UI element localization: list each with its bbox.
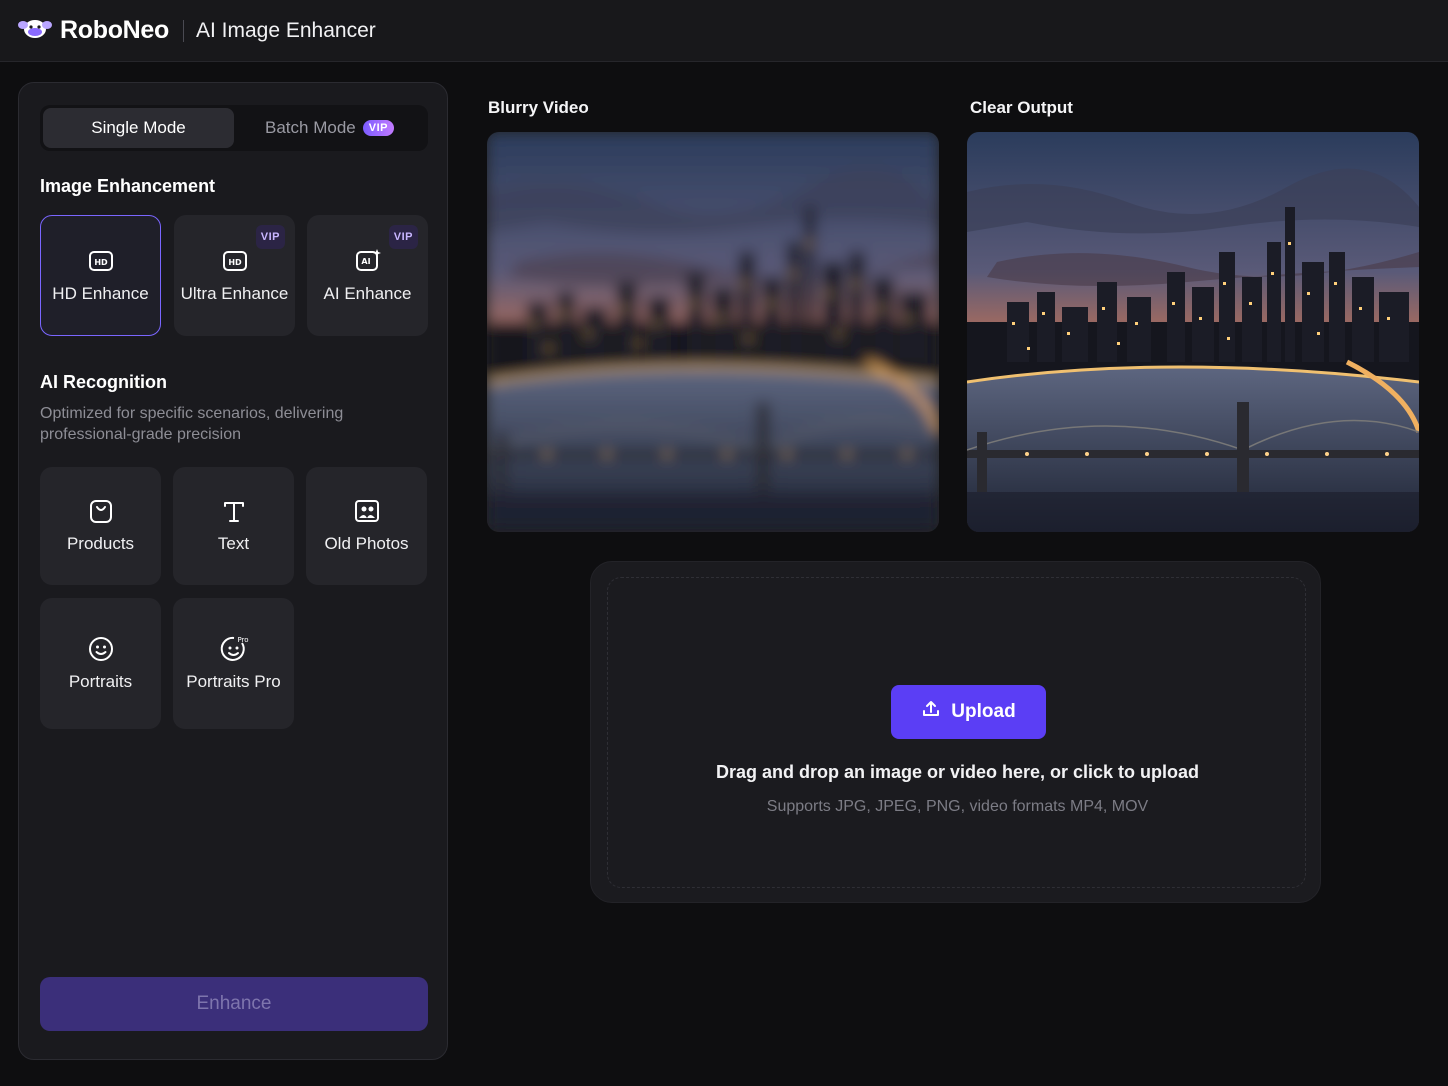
supported-formats: Supports JPG, JPEG, PNG, video formats M… — [766, 798, 1149, 815]
upload-dropzone[interactable]: Upload Drag and drop an image or video h… — [590, 561, 1321, 903]
roboneo-logo-icon — [18, 16, 52, 45]
svg-text:HD: HD — [94, 258, 108, 267]
smiley-face-icon — [87, 635, 115, 663]
vip-badge: VIP — [362, 120, 394, 136]
tab-label: Single Mode — [91, 118, 186, 137]
enhance-button[interactable]: Enhance — [40, 977, 428, 1031]
pro-icon-text: Pro — [237, 636, 248, 644]
tab-single-mode[interactable]: Single Mode — [43, 108, 234, 148]
shopping-bag-icon — [87, 497, 115, 525]
option-old-photos[interactable]: Old Photos — [306, 467, 427, 585]
option-label: Portraits — [68, 671, 133, 691]
svg-text:HD: HD — [228, 258, 242, 267]
option-label: HD Enhance — [52, 283, 149, 303]
option-label: AI Enhance — [323, 283, 412, 303]
after-label: Clear Output — [970, 98, 1073, 117]
ai-recognition-title: AI Recognition — [40, 372, 167, 392]
before-label: Blurry Video — [488, 98, 589, 117]
app-header: RoboNeo AI Image Enhancer — [0, 0, 1448, 62]
tab-batch-mode[interactable]: Batch Mode VIP — [234, 108, 425, 148]
ai-sparkle-icon: AI — [354, 247, 382, 275]
option-label: Portraits Pro — [186, 671, 281, 691]
hd-icon: HD — [221, 247, 249, 275]
upload-instructions: Drag and drop an image or video here, or… — [715, 762, 1200, 782]
logo[interactable]: RoboNeo — [18, 16, 169, 45]
option-portraits[interactable]: Portraits — [40, 598, 161, 729]
option-portraits-pro[interactable]: Pro Portraits Pro — [173, 598, 294, 729]
option-label: Products — [66, 534, 135, 553]
svg-text:AI: AI — [361, 257, 370, 266]
smiley-pro-icon: Pro — [220, 635, 248, 663]
option-text[interactable]: Text — [173, 467, 294, 585]
vip-badge: VIP — [388, 225, 418, 249]
hd-icon: HD — [87, 247, 115, 275]
option-label: Old Photos — [324, 534, 409, 553]
text-icon — [220, 497, 248, 525]
option-products[interactable]: Products — [40, 467, 161, 585]
dropzone-border: Upload Drag and drop an image or video h… — [607, 577, 1306, 888]
upload-icon — [921, 699, 941, 725]
option-ultra-enhance[interactable]: VIP HD Ultra Enhance — [174, 215, 295, 336]
settings-sidebar: Single Mode Batch Mode VIP Image Enhance… — [18, 82, 448, 1060]
ai-recognition-description: Optimized for specific scenarios, delive… — [40, 405, 344, 443]
option-ai-enhance[interactable]: VIP AI AI Enhance — [307, 215, 428, 336]
old-photo-icon — [353, 497, 381, 525]
mode-switch: Single Mode Batch Mode VIP — [40, 105, 428, 151]
image-enhancement-title: Image Enhancement — [40, 176, 216, 196]
brand-name: RoboNeo — [60, 16, 169, 44]
clear-output-image — [967, 132, 1419, 532]
option-label: Text — [217, 534, 250, 553]
app-title: AI Image Enhancer — [196, 18, 376, 42]
option-label: Ultra Enhance — [180, 283, 289, 303]
upload-label: Upload — [951, 701, 1016, 722]
upload-button[interactable]: Upload — [891, 685, 1046, 739]
tab-label: Batch Mode — [265, 118, 356, 137]
option-hd-enhance[interactable]: HD HD Enhance — [40, 215, 161, 336]
blurry-preview-image — [487, 132, 939, 532]
vip-badge: VIP — [255, 225, 285, 249]
header-divider — [183, 19, 184, 42]
